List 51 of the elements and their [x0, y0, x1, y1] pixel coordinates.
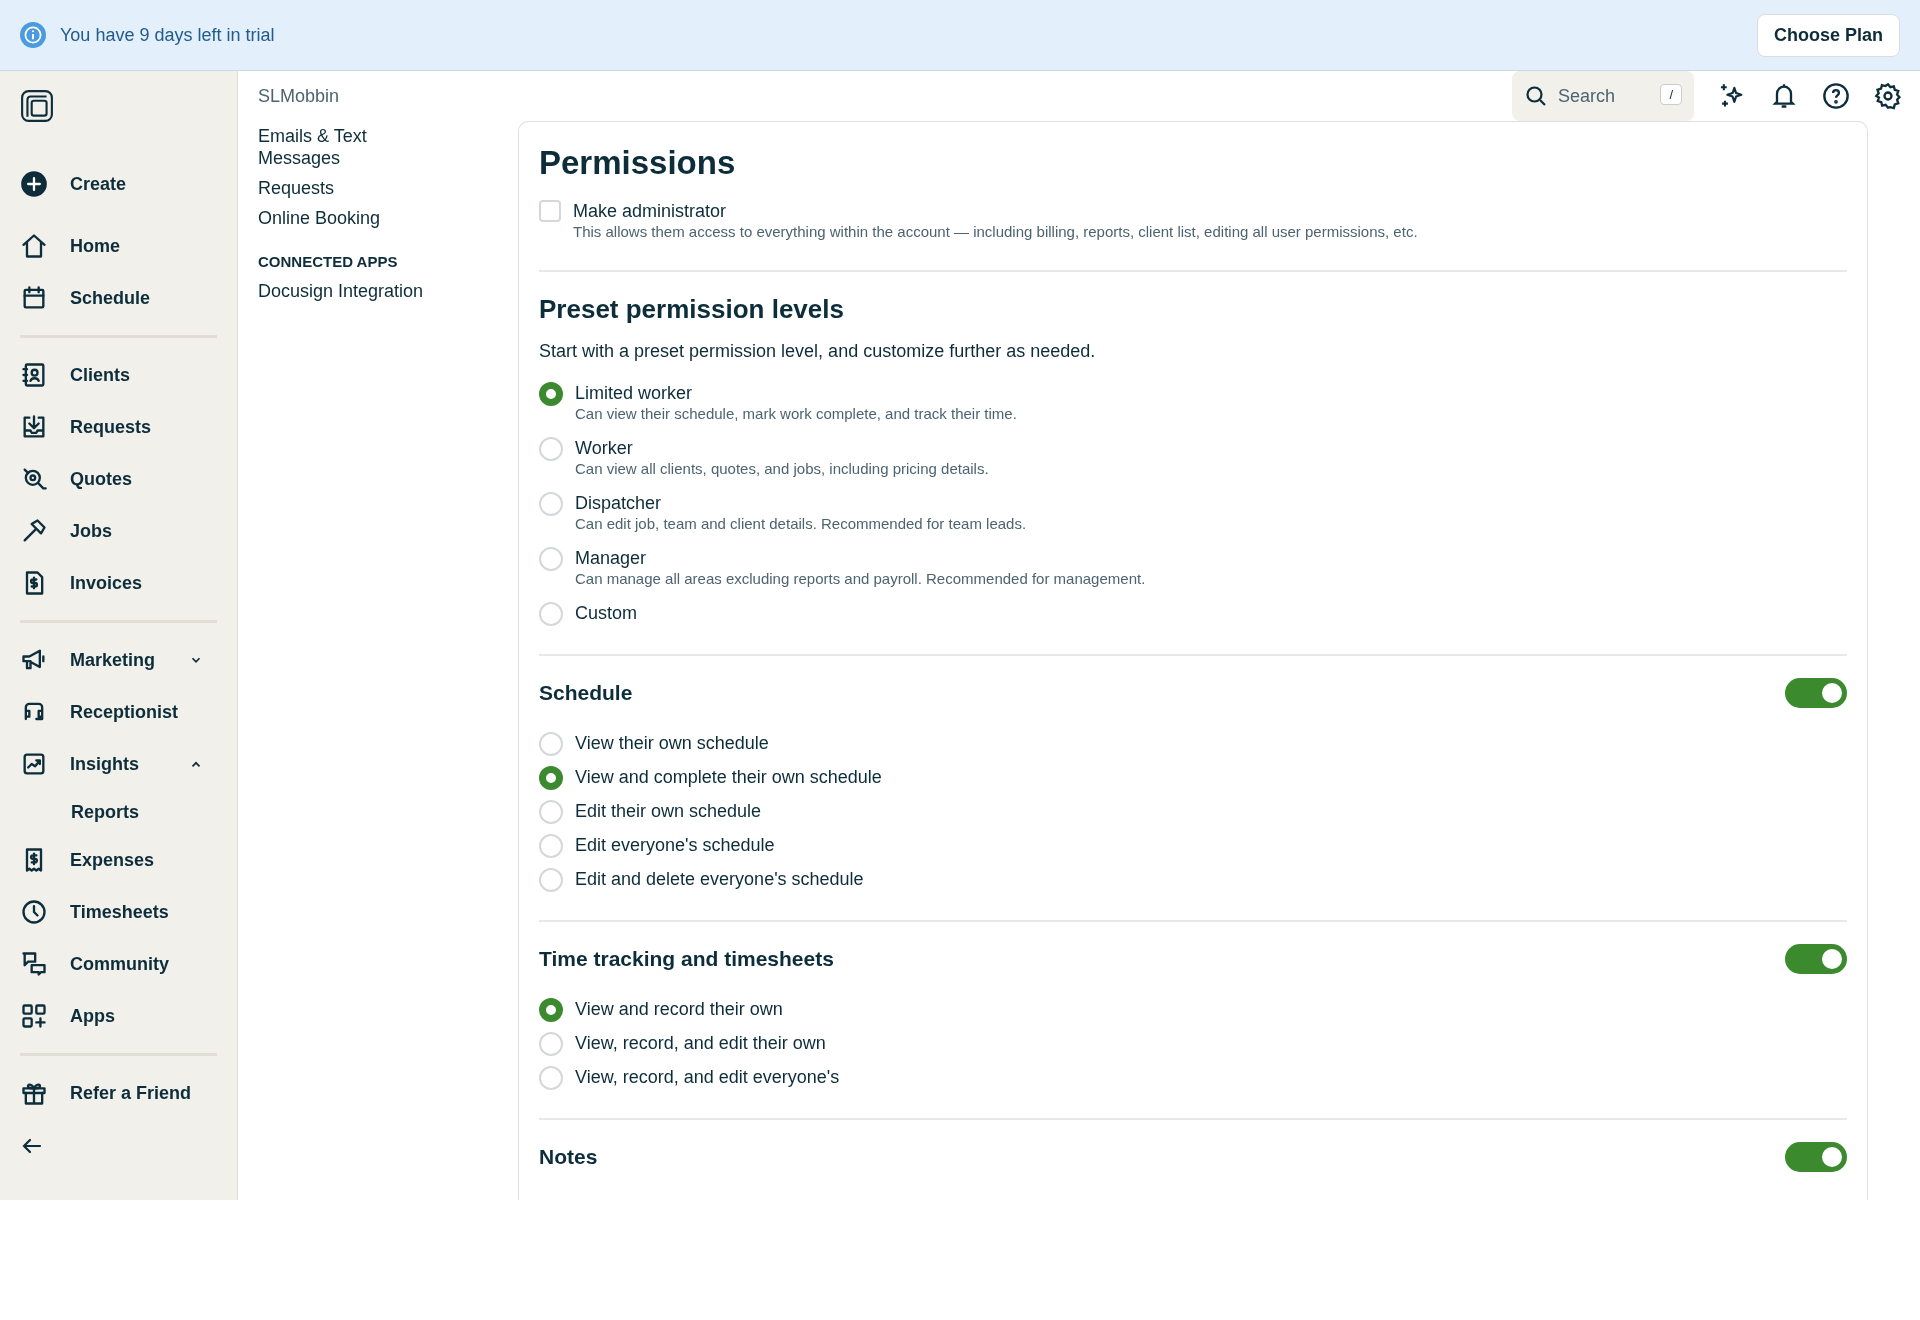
- choose-plan-button[interactable]: Choose Plan: [1756, 13, 1900, 57]
- sidebar-item[interactable]: Marketing: [20, 635, 217, 685]
- sidebar-item[interactable]: Timesheets: [20, 887, 217, 937]
- sidebar-item[interactable]: Invoices: [20, 558, 217, 608]
- nav-section-heading: CONNECTED APPS: [258, 253, 399, 270]
- option-label: Edit their own schedule: [575, 800, 762, 822]
- option-description: Can manage all areas excluding reports and payroll. Recommended for management.: [575, 569, 1146, 589]
- sidebar-item[interactable]: Jobs: [20, 506, 217, 556]
- option-label: Limited worker: [575, 382, 694, 404]
- section-intro: Start with a preset permission level, and customize further as needed.: [539, 341, 1097, 362]
- option-description: Can edit job, team and client details. Recommended for team leads.: [575, 514, 1027, 534]
- section-title: Time tracking and timesheets: [539, 947, 834, 971]
- trial-message: You have 9 days left in trial: [60, 24, 275, 46]
- section-title: Preset permission levels: [539, 294, 845, 325]
- sidebar-item[interactable]: Quotes: [20, 454, 217, 504]
- option-label: View and record their own: [575, 998, 783, 1020]
- option-description: Can view all clients, quotes, and jobs, including pricing details.: [575, 459, 989, 479]
- card-title: Permissions: [539, 144, 737, 182]
- option-label: View, record, and edit their own: [575, 1032, 826, 1054]
- option-label: Make administrator: [573, 200, 728, 222]
- option-label: Dispatcher: [575, 492, 663, 514]
- settings-nav-link[interactable]: Docusign Integration: [258, 276, 478, 306]
- sidebar-item[interactable]: Requests: [20, 402, 217, 452]
- option-description: This allows them access to everything within the account — including billing, reports, client list, editing all user permissions, etc.: [573, 222, 1418, 242]
- settings-nav-link[interactable]: Requests: [258, 173, 478, 203]
- sidebar-item[interactable]: Expenses: [20, 835, 217, 885]
- option-label: View their own schedule: [575, 732, 769, 754]
- option-label: View, record, and edit everyone's: [575, 1066, 840, 1088]
- option-label: Edit and delete everyone's schedule: [575, 868, 864, 890]
- sidebar-item[interactable]: Community: [20, 939, 217, 989]
- option-label: View and complete their own schedule: [575, 766, 882, 788]
- sidebar-item[interactable]: Reports: [20, 791, 217, 833]
- option-description: Can view their schedule, mark work complete, and track their time.: [575, 404, 1017, 424]
- sidebar-item[interactable]: Insights: [20, 739, 217, 789]
- sidebar-item[interactable]: Receptionist: [20, 687, 217, 737]
- sidebar-item[interactable]: Refer a Friend: [20, 1068, 217, 1118]
- option-label: Manager: [575, 547, 648, 569]
- sidebar-item[interactable]: Home: [20, 221, 217, 271]
- sidebar-item[interactable]: Apps: [20, 991, 217, 1041]
- option-label: Edit everyone's schedule: [575, 834, 775, 856]
- settings-nav-link[interactable]: Online Booking: [258, 203, 478, 233]
- section-title: Notes: [539, 1145, 598, 1169]
- sidebar-item[interactable]: Create: [20, 159, 217, 209]
- option-label: Worker: [575, 437, 634, 459]
- section-title: Schedule: [539, 681, 633, 705]
- settings-nav-link[interactable]: Emails & Text Messages: [258, 121, 388, 173]
- account-name: SLMobbin: [258, 85, 340, 107]
- shortcut-key: /: [1660, 84, 1682, 105]
- option-label: Custom: [575, 602, 637, 624]
- sidebar-item[interactable]: Clients: [20, 350, 217, 400]
- sidebar-item[interactable]: Schedule: [20, 273, 217, 323]
